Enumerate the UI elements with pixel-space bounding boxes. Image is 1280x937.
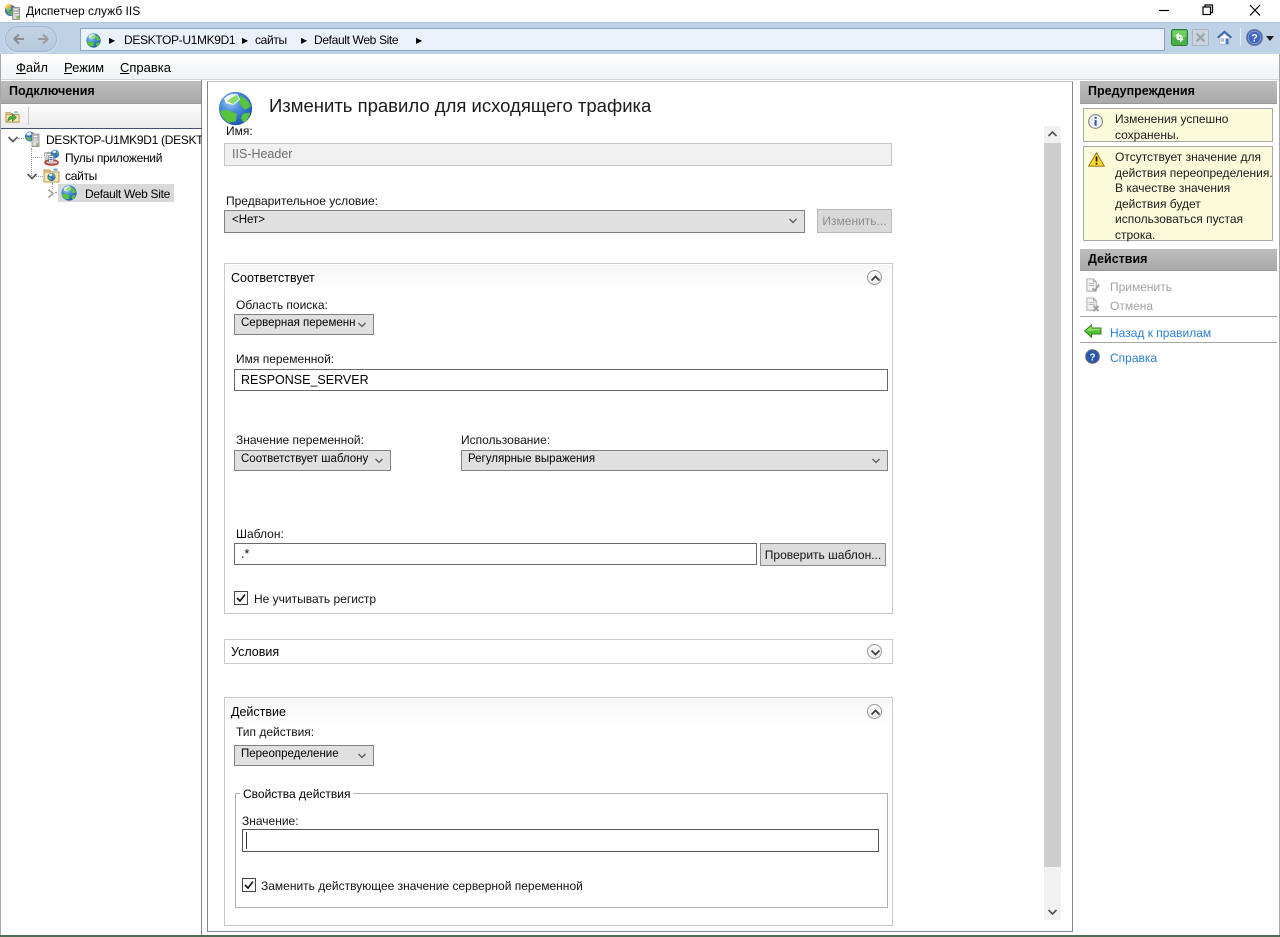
svg-text:?: ? bbox=[1251, 32, 1258, 44]
svg-text:?: ? bbox=[1089, 352, 1095, 363]
